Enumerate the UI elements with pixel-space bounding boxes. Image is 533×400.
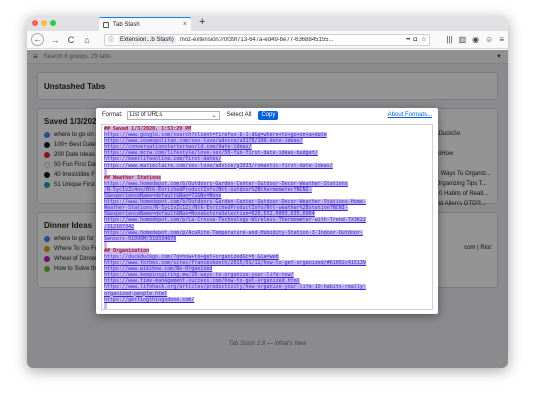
- copy-button[interactable]: Copy: [258, 110, 279, 120]
- close-window-button[interactable]: [32, 20, 38, 26]
- extension-identity-label[interactable]: Extension...b Stash): [118, 35, 176, 44]
- tab-tab-stash[interactable]: Tab Stash ×: [99, 17, 191, 31]
- minimize-window-button[interactable]: [41, 20, 47, 26]
- menu-icon[interactable]: ≡: [499, 35, 504, 44]
- maximize-window-button[interactable]: [50, 20, 56, 26]
- format-value: List of URLs: [129, 112, 163, 118]
- tab-stash-favicon-icon: [103, 21, 109, 28]
- format-label: Format:: [102, 112, 123, 118]
- export-text-area[interactable]: ## Saved 1/3/2020, 1:53:29 PM https://www…: [101, 124, 433, 310]
- format-select[interactable]: List of URLs ⌄: [126, 110, 220, 120]
- export-dialog: Format: List of URLs ⌄ Select All Copy A…: [96, 108, 438, 314]
- tab-close-icon[interactable]: ×: [183, 21, 191, 28]
- select-arrow-icon: ⌄: [211, 112, 217, 119]
- library-icon[interactable]: |||: [446, 35, 452, 44]
- sidebar-icon[interactable]: ▥: [459, 35, 467, 44]
- pocket-icon[interactable]: ◘: [413, 37, 417, 43]
- home-button[interactable]: ⌂: [82, 35, 92, 45]
- toolbar-right: ||| ▥ ◉ ☺ ≡: [446, 35, 504, 44]
- info-icon[interactable]: ⓘ: [108, 35, 114, 44]
- select-all-button[interactable]: Select All: [224, 111, 255, 120]
- export-toolbar: Format: List of URLs ⌄ Select All Copy A…: [96, 108, 438, 122]
- back-button[interactable]: ←: [31, 33, 44, 46]
- new-tab-button[interactable]: +: [199, 16, 205, 28]
- reload-button[interactable]: C: [66, 35, 76, 45]
- page-actions-icon[interactable]: •••: [406, 37, 410, 43]
- forward-button[interactable]: →: [50, 35, 60, 45]
- account-icon[interactable]: ☺: [485, 35, 493, 44]
- url-bar[interactable]: ⓘ Extension...b Stash) moz-extension://0…: [104, 33, 431, 46]
- tab-title: Tab Stash: [113, 21, 140, 28]
- url-text[interactable]: moz-extension://0f39f713-647a-ed49-be77-…: [180, 37, 402, 43]
- navigation-bar: ← → C ⌂ ⓘ Extension...b Stash) moz-exten…: [27, 31, 508, 49]
- bookmark-star-icon[interactable]: ☆: [421, 36, 426, 43]
- export-heading-line: ## Dinner Ideas: [104, 308, 430, 309]
- export-text[interactable]: ## Saved 1/3/2020, 1:53:29 PM https://www…: [102, 125, 432, 309]
- extension-icon[interactable]: ◉: [472, 35, 479, 44]
- tab-bar: Tab Stash × +: [27, 16, 508, 31]
- about-formats-link[interactable]: About Formats...: [388, 112, 432, 118]
